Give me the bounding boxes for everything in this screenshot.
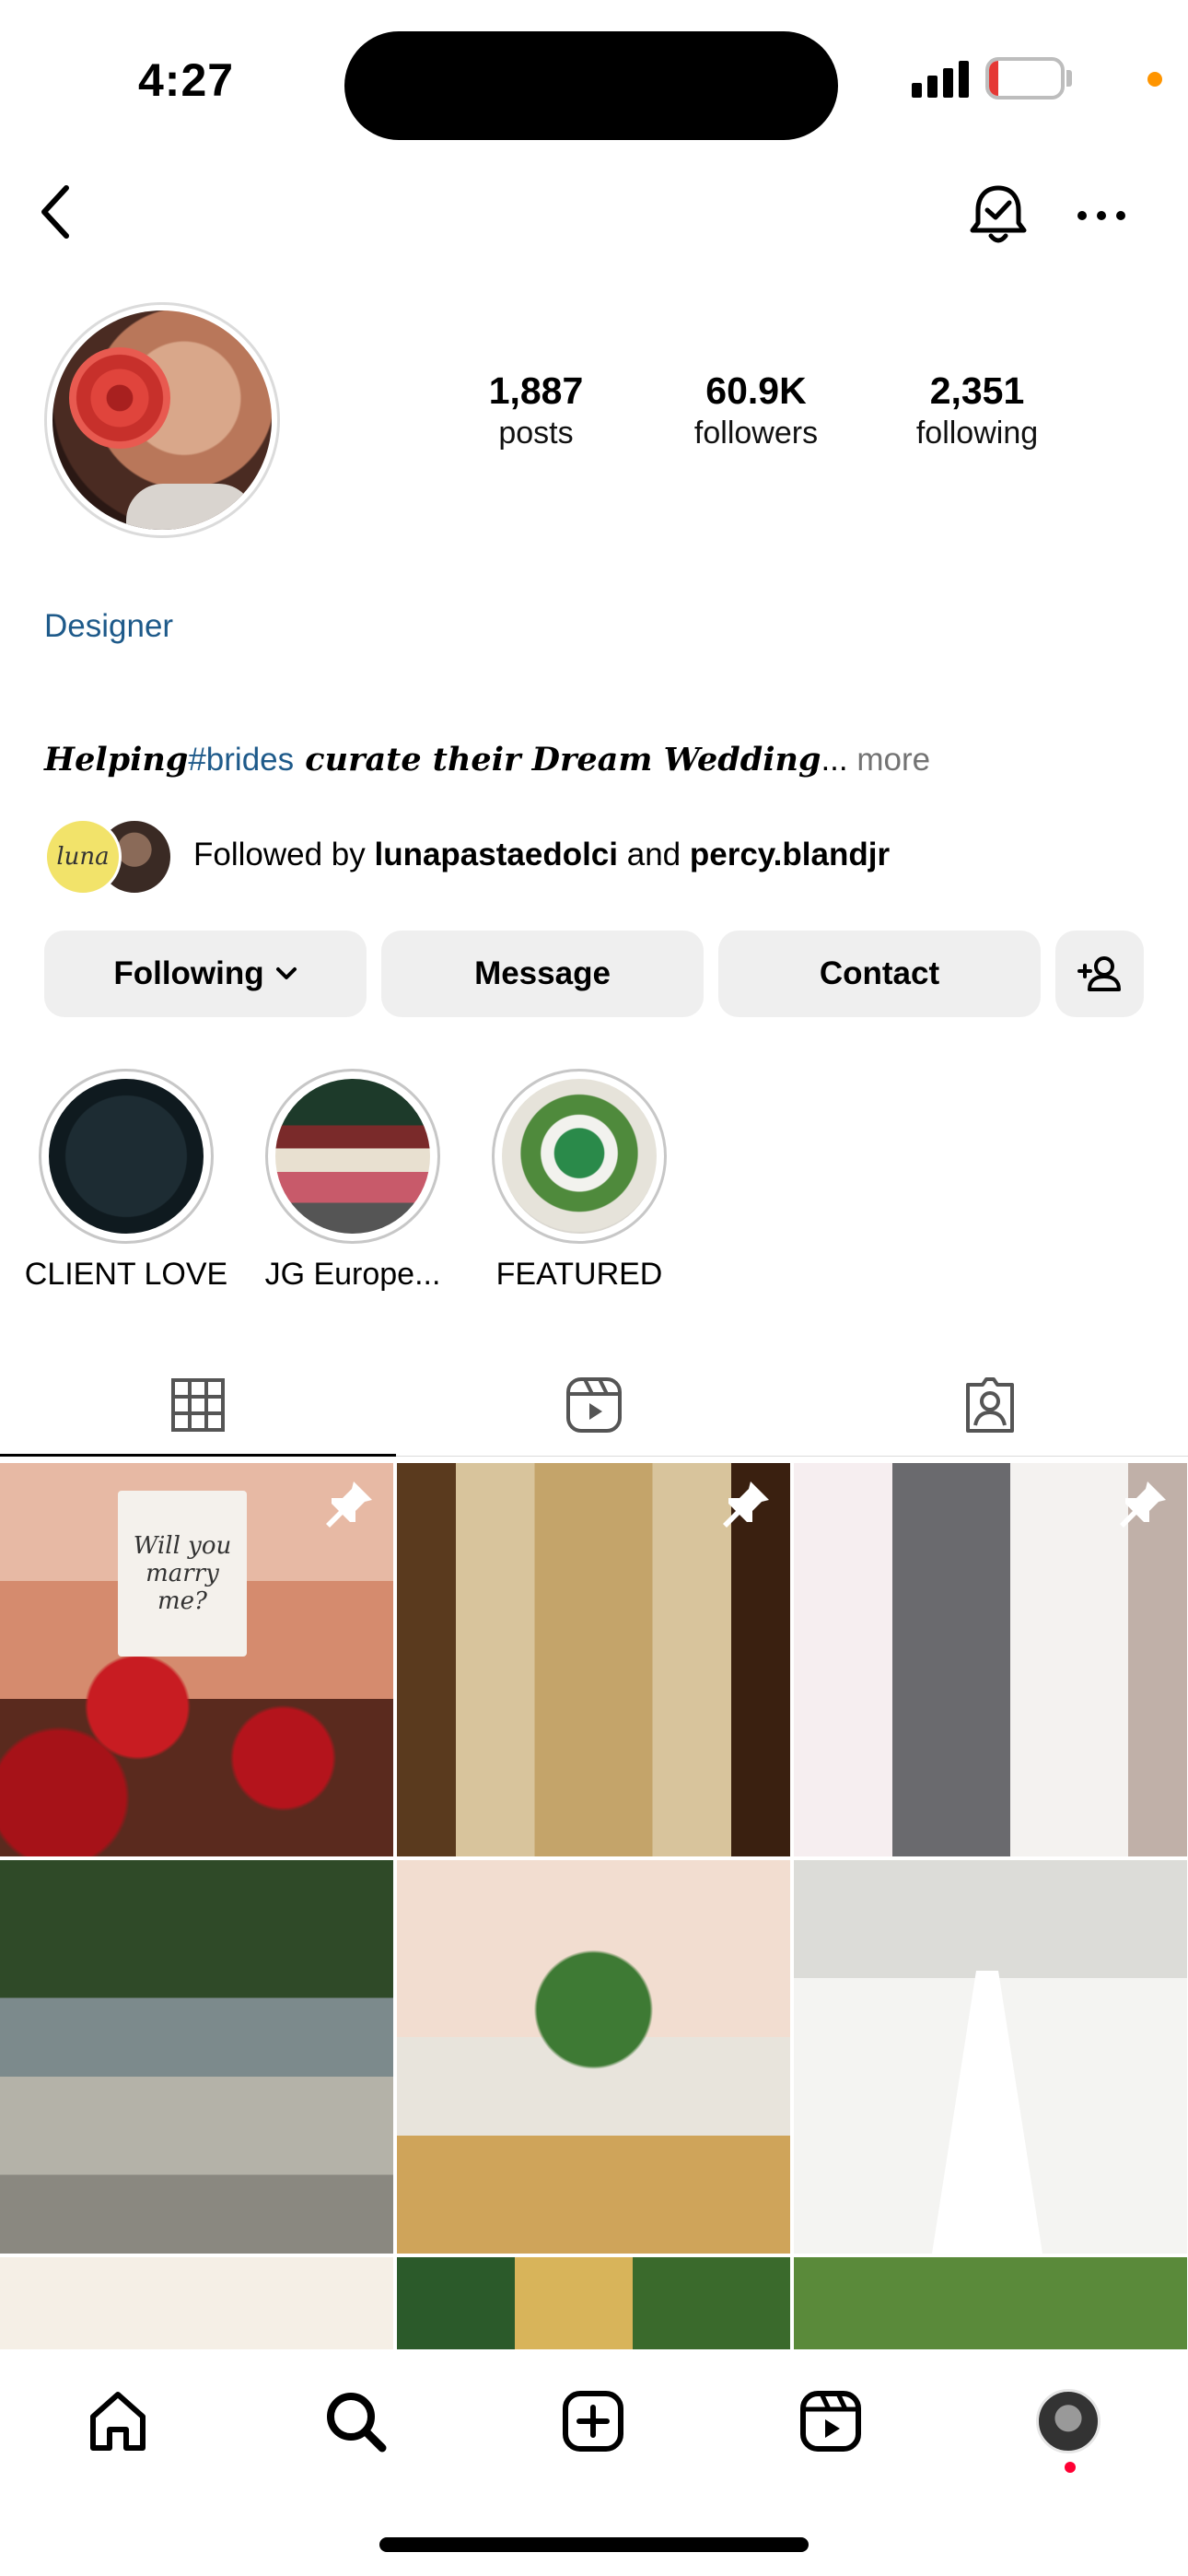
highlight-cover <box>275 1079 430 1234</box>
highlight-client-love[interactable] <box>39 1069 214 1244</box>
following-button[interactable]: Following <box>44 931 367 1017</box>
followed-by-user1: lunapastaedolci <box>374 837 619 872</box>
followed-by-user2: percy.blandjr <box>689 837 891 872</box>
followed-by-and: and <box>618 837 690 872</box>
highlight-cover <box>49 1079 204 1234</box>
aisle-runner <box>932 1971 1042 2254</box>
tagged-icon <box>966 1377 1014 1433</box>
pin-icon <box>1120 1481 1166 1528</box>
followers-stat[interactable]: 60.9K followers <box>664 369 848 453</box>
bio-text: curate their Dream Wedding <box>294 741 821 779</box>
posts-stat[interactable]: 1,887 posts <box>444 369 628 453</box>
chevron-down-icon <box>275 967 297 979</box>
battery-nub <box>1066 70 1072 87</box>
create-icon <box>563 2391 623 2452</box>
bio-lead: Helping <box>44 741 189 779</box>
post-tile[interactable] <box>0 1860 393 2254</box>
message-button[interactable]: Message <box>381 931 704 1017</box>
back-button[interactable] <box>18 175 92 249</box>
luna-logo-text: luna <box>56 843 110 871</box>
following-label: following <box>915 416 1039 451</box>
tab-indicator <box>0 1454 396 1457</box>
battery-percent: 13 <box>1009 63 1041 93</box>
highlight-label: JG Europe... <box>264 1257 441 1292</box>
followed-by-text[interactable]: Followed by lunapastaedolci and percy.bl… <box>193 833 890 877</box>
proposal-sign: Will you marry me? <box>118 1491 247 1657</box>
highlight-label: CLIENT LOVE <box>24 1257 228 1292</box>
battery-icon: 13 <box>985 57 1065 100</box>
bio-hashtag[interactable]: #brides <box>188 742 294 778</box>
rose-graphic <box>69 347 170 449</box>
highlight-cover <box>502 1079 657 1234</box>
followers-count: 60.9K <box>705 369 807 412</box>
profile-avatar[interactable] <box>44 302 280 538</box>
home-icon <box>90 2392 146 2451</box>
following-stat[interactable]: 2,351 following <box>885 369 1069 453</box>
nav-profile[interactable] <box>1024 2377 1112 2465</box>
signal-icon <box>912 59 971 98</box>
tab-posts-grid[interactable] <box>0 1354 396 1456</box>
nav-search[interactable] <box>311 2377 400 2465</box>
person-add-icon <box>1077 956 1121 991</box>
dynamic-island <box>344 31 838 140</box>
post-tile[interactable] <box>794 1860 1187 2254</box>
home-indicator[interactable] <box>379 2537 809 2552</box>
privacy-indicator <box>1147 72 1162 87</box>
highlight-featured[interactable] <box>492 1069 667 1244</box>
bio-ellipsis: ... <box>821 742 848 778</box>
more-options-button[interactable] <box>1061 175 1142 256</box>
followed-by-prefix: Followed by <box>193 837 375 872</box>
followers-label: followers <box>693 416 819 451</box>
posts-label: posts <box>498 416 574 451</box>
add-user-button[interactable] <box>1055 931 1144 1017</box>
search-icon <box>327 2393 387 2453</box>
profile-category: Designer <box>44 608 174 644</box>
bio-more-link[interactable]: more <box>856 742 930 778</box>
nav-reels[interactable] <box>786 2377 875 2465</box>
post-tile[interactable] <box>397 1860 790 2254</box>
nav-home[interactable] <box>74 2377 162 2465</box>
pin-icon <box>326 1481 372 1528</box>
status-time: 4:27 <box>138 54 235 106</box>
nav-create[interactable] <box>549 2377 637 2465</box>
highlight-jg-europe[interactable] <box>265 1069 440 1244</box>
profile-photo <box>52 310 272 530</box>
pin-icon <box>723 1481 769 1528</box>
profile-avatar <box>1036 2389 1101 2453</box>
highlight-label: FEATURED <box>495 1257 663 1292</box>
notification-dot <box>1065 2462 1076 2473</box>
follower-avatar-luna[interactable]: luna <box>44 818 122 896</box>
notifications-button[interactable] <box>958 175 1039 256</box>
following-button-label: Following <box>113 955 264 991</box>
ellipsis-icon <box>1077 211 1125 220</box>
chevron-left-icon <box>41 185 69 239</box>
tab-reels[interactable] <box>396 1354 792 1456</box>
shirt-graphic <box>126 484 255 530</box>
grid-icon <box>171 1378 225 1432</box>
message-button-label: Message <box>474 955 611 991</box>
reels-icon <box>800 2391 861 2452</box>
contact-button[interactable]: Contact <box>718 931 1041 1017</box>
posts-count: 1,887 <box>488 369 584 412</box>
profile-bio: Helping#brides curate their Dream Weddin… <box>44 737 930 783</box>
contact-button-label: Contact <box>819 955 940 991</box>
reels-icon <box>566 1377 622 1433</box>
bell-check-icon <box>970 185 1027 243</box>
tab-tagged[interactable] <box>792 1354 1188 1456</box>
following-count: 2,351 <box>929 369 1025 412</box>
